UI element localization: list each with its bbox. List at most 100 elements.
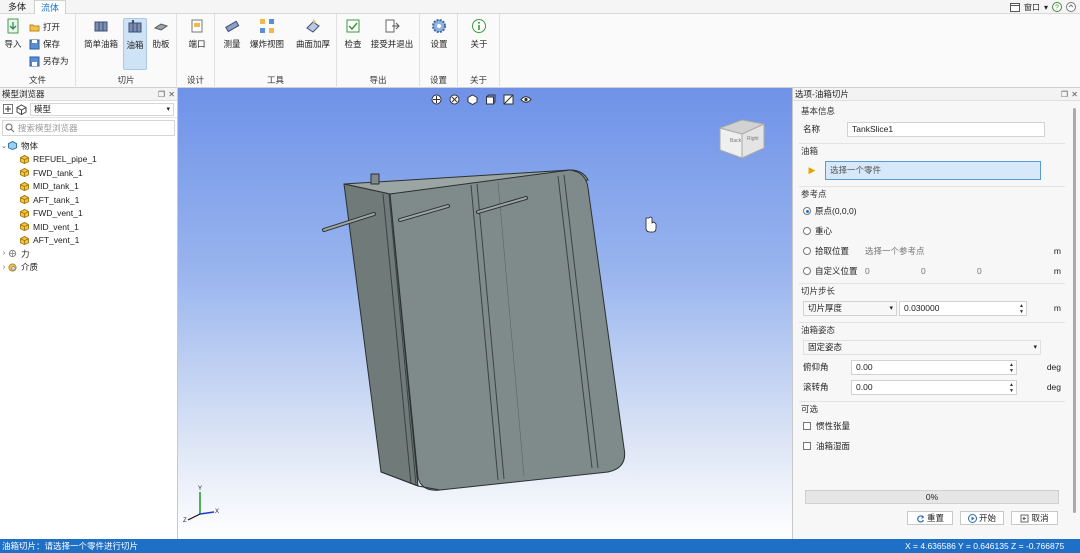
expand-right-icon[interactable]: › [0,250,8,257]
spin-arrows-icon[interactable]: ▲ ▼ [1009,382,1014,394]
radio-origin[interactable] [803,207,811,215]
pitch-label: 俯仰角 [803,362,829,372]
about-button[interactable]: 关于 [468,18,490,50]
save-as-button[interactable]: 另存为 [29,54,69,68]
svg-text:X: X [215,509,219,515]
radio-custom[interactable] [803,267,811,275]
tree-item-label: MID_vent_1 [33,221,79,232]
radio-centroid[interactable] [803,227,811,235]
part-cube-icon [20,208,29,218]
tab-fluid[interactable]: 流体 [34,0,67,14]
measure-button[interactable]: 测量 [220,18,244,50]
add-icon[interactable] [3,104,13,114]
name-field[interactable]: TankSlice1 [847,121,1045,137]
reset-button[interactable]: 重置 [907,511,953,525]
model-selector-row: 模型 ▾ [0,101,177,118]
slice-step-value-field[interactable]: 0.030000 ▲ ▼ [899,300,1027,316]
expand-down-icon[interactable]: ⌄ [0,142,8,150]
tree-item-body[interactable]: FWD_tank_1 [0,166,177,180]
help-icon[interactable]: ? [1052,2,1062,12]
roll-field[interactable]: 0.00 ▲ ▼ [851,379,1017,395]
close-icon[interactable]: ✕ [168,88,175,101]
check-button[interactable]: 检查 [342,18,364,50]
port-button[interactable]: 端口 [186,18,208,50]
tree-node-media[interactable]: › 介质 [0,261,177,275]
thicken-icon [306,19,320,33]
tree-item-body[interactable]: FWD_vent_1 [0,207,177,221]
pitch-field[interactable]: 0.00 ▲ ▼ [851,359,1017,375]
options-scrollbar[interactable] [1073,108,1076,513]
ribbon-toolbar: 导入 打开 保存 另存为 文件 简单油箱 油箱 肋板 切片 端口 设计 测量 爆… [0,14,1080,88]
tree-item-body[interactable]: MID_vent_1 [0,220,177,234]
name-label: 名称 [803,124,821,134]
3d-viewport[interactable]: Back Right Y X Z [178,88,792,539]
pick-point-field[interactable]: 选择一个参考点 [865,245,925,257]
tab-multibody[interactable]: 多体 [2,0,32,14]
close-icon[interactable]: ✕ [1071,88,1078,101]
import-button[interactable]: 导入 [3,18,23,50]
wetted-row[interactable]: 油箱湿面 [799,436,1065,456]
custom-y-field[interactable]: 0 [921,266,977,276]
radio-centroid-row[interactable]: 重心 [799,221,1065,241]
section-slice-step: 切片步长 [799,283,1065,298]
tree-item-body[interactable]: REFUEL_pipe_1 [0,153,177,167]
radio-pick[interactable] [803,247,811,255]
media-icon [8,263,17,272]
group-label-file: 文件 [28,75,46,85]
tree-item-label: MID_tank_1 [33,181,79,192]
custom-x-field[interactable]: 0 [865,266,921,276]
tree-item-body[interactable]: MID_tank_1 [0,180,177,194]
inertia-row[interactable]: 惯性张量 [799,416,1065,436]
settings-button[interactable]: 设置 [428,18,450,50]
folder-icon [29,24,40,31]
save-button[interactable]: 保存 [29,37,60,51]
window-icon[interactable] [1009,2,1020,12]
radio-custom-row[interactable]: 自定义位置 0 0 0 m [799,261,1065,281]
wetted-checkbox[interactable] [803,442,811,450]
search-input[interactable]: 搜索模型浏览器 [18,122,78,134]
tank-button[interactable]: 油箱 [123,18,147,70]
dropdown-arrow-icon[interactable]: ▾ [1044,3,1048,12]
rib-button[interactable]: 肋板 [150,18,172,50]
explode-view-button[interactable]: 爆炸视图 [248,18,286,50]
group-label-design: 设计 [186,75,204,85]
roll-label: 滚转角 [803,382,829,392]
tree-item-label: REFUEL_pipe_1 [33,154,97,165]
tank-part-select[interactable]: 选择一个零件 [825,160,1041,180]
float-panel-icon[interactable]: ❐ [158,88,165,101]
start-button[interactable]: 开始 [960,511,1004,525]
expand-right-icon[interactable]: › [0,264,8,271]
restore-icon[interactable] [1066,2,1076,12]
float-panel-icon[interactable]: ❐ [1061,88,1068,101]
custom-z-field[interactable]: 0 [977,266,1017,276]
inertia-checkbox[interactable] [803,422,811,430]
model-cube-icon [16,103,27,115]
model-search-box[interactable]: 搜索模型浏览器 [2,120,175,136]
tree-item-label: AFT_tank_1 [33,194,80,205]
status-bar: 油箱切片：请选择一个零件进行切片 X = 4.636586 Y = 0.6461… [0,539,1080,553]
slice-step-mode-select[interactable]: 切片厚度 ▾ [803,300,897,316]
cancel-button[interactable]: 取消 [1011,511,1058,525]
window-menu-label[interactable]: 窗口 [1024,2,1040,13]
roll-unit: deg [1046,382,1061,392]
tree-item-body[interactable]: AFT_vent_1 [0,234,177,248]
chevron-down-icon: ▾ [166,106,170,113]
radio-pick-row[interactable]: 拾取位置 选择一个参考点 m [799,241,1065,261]
model-select[interactable]: 模型 ▾ [30,102,174,116]
open-button[interactable]: 打开 [29,20,60,34]
tree-item-body[interactable]: AFT_tank_1 [0,193,177,207]
force-icon [8,250,17,258]
tree-node-bodies[interactable]: ⌄ 物体 [0,139,177,153]
section-basic-info: 基本信息 [801,106,836,116]
top-tab-bar: 多体 流体 窗口 ▾ ? [0,0,1080,14]
spin-arrows-icon[interactable]: ▲ ▼ [1019,303,1024,315]
accept-exit-button[interactable]: 接受并退出 [368,18,416,50]
tank-model[interactable]: Y X Z [178,88,792,539]
attitude-mode-select[interactable]: 固定姿态 ▾ [803,339,1041,355]
thicken-surface-button[interactable]: 曲面加厚 [294,18,332,50]
spin-arrows-icon[interactable]: ▲ ▼ [1009,362,1014,374]
tree-node-forces[interactable]: › 力 [0,247,177,261]
simple-tank-button[interactable]: 简单油箱 [82,18,120,50]
radio-origin-row[interactable]: 原点(0,0,0) [799,201,1065,221]
section-reference-point: 参考点 [799,186,1065,201]
